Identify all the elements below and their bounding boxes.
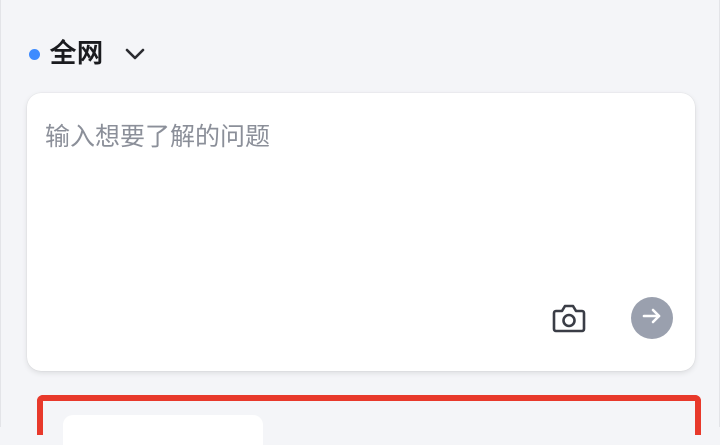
highlight-box [37, 395, 701, 445]
query-input[interactable] [43, 115, 667, 279]
camera-button[interactable] [545, 296, 593, 344]
query-card [27, 93, 695, 371]
search-screen: 全网 [0, 0, 720, 445]
inner-tab[interactable] [63, 415, 263, 445]
chevron-down-icon[interactable] [124, 43, 146, 65]
scope-status-dot [29, 48, 40, 60]
arrow-right-icon [640, 304, 664, 332]
scope-selector[interactable]: 全网 [29, 34, 146, 74]
camera-icon [549, 298, 589, 342]
scope-label: 全网 [50, 39, 105, 69]
send-button[interactable] [631, 297, 673, 339]
